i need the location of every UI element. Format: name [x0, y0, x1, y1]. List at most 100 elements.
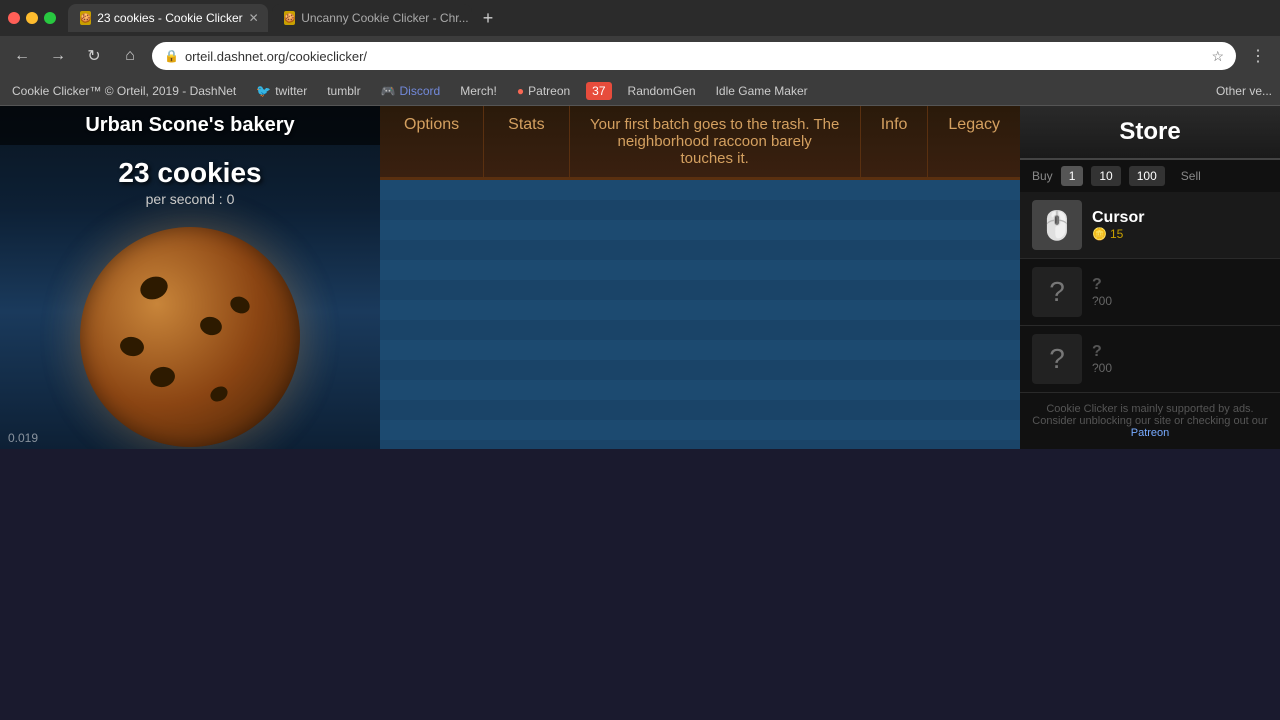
bookmarks-bar: Cookie Clicker™ © Orteil, 2019 - DashNet…	[0, 76, 1280, 106]
tab-favicon-1: 🍪	[80, 11, 91, 25]
url-text: orteil.dashnet.org/cookieclicker/	[185, 49, 367, 64]
store-item-locked-1[interactable]: ? ? ?00	[1020, 259, 1280, 326]
left-panel: Urban Scone's bakery 23 cookies per seco…	[0, 106, 380, 449]
tab-title-2: Uncanny Cookie Clicker - Chr...	[301, 11, 468, 25]
menu-button[interactable]: ⋮	[1244, 42, 1272, 70]
buy-label: Buy	[1032, 169, 1053, 183]
cursor-price-value: 15	[1110, 227, 1123, 241]
home-button[interactable]: ⌂	[116, 42, 144, 70]
cursor-item-name: Cursor	[1092, 209, 1268, 227]
new-tab-button[interactable]: +	[476, 6, 500, 30]
bookmark-label-4: Merch!	[460, 84, 497, 98]
bookmark-label-3: Discord	[400, 84, 441, 98]
chip-2	[198, 314, 224, 337]
window-minimize[interactable]	[26, 12, 38, 24]
bookmark-discord[interactable]: 🎮 Discord	[377, 82, 445, 100]
browser-chrome: 🍪 23 cookies - Cookie Clicker ✕ 🍪 Uncann…	[0, 0, 1280, 76]
locked-item-2-info: ? ?00	[1092, 343, 1268, 375]
window-maximize[interactable]	[44, 12, 56, 24]
coin-icon-cursor: 🪙	[1092, 227, 1107, 241]
bookmark-label-0: Cookie Clicker™ © Orteil, 2019 - DashNet	[12, 84, 236, 98]
locked-item-2-icon: ?	[1032, 334, 1082, 384]
center-main[interactable]: Back Forward Reload Save As... Print... …	[380, 180, 1020, 449]
cursor-item-icon: 🖱️	[1032, 200, 1082, 250]
bookmark-dashnet[interactable]: Cookie Clicker™ © Orteil, 2019 - DashNet	[8, 82, 240, 100]
qty-10-btn[interactable]: 10	[1091, 166, 1120, 186]
ad-text: Cookie Clicker is mainly supported by ad…	[1030, 403, 1270, 439]
bookmark-37[interactable]: 37	[586, 82, 611, 100]
info-nav[interactable]: Info	[860, 106, 928, 177]
tab-inactive[interactable]: 🍪 Uncanny Cookie Clicker - Chr... ✕	[272, 4, 472, 32]
bookmark-idlegamemaker[interactable]: Idle Game Maker	[712, 82, 812, 100]
locked-price-2: ?00	[1092, 361, 1112, 375]
legacy-nav[interactable]: Legacy	[927, 106, 1020, 177]
bookmark-label-6: 37	[592, 84, 605, 98]
cursor-item-info: Cursor 🪙 15	[1092, 209, 1268, 241]
question-icon-2: ?	[1049, 343, 1065, 375]
locked-item-1-name: ?	[1092, 276, 1268, 294]
hand-cursor-icon: 🖱️	[1040, 209, 1075, 242]
tab-active[interactable]: 🍪 23 cookies - Cookie Clicker ✕	[68, 4, 268, 32]
window-close[interactable]	[8, 12, 20, 24]
center-panel: Options Stats Your first batch goes to t…	[380, 106, 1020, 449]
bookmark-label-7: RandomGen	[628, 84, 696, 98]
cookie-count: 23 cookies	[118, 157, 261, 189]
bookmarks-overflow: Other ve...	[1216, 84, 1272, 98]
nav-bar: ← → ↻ ⌂ 🔒 orteil.dashnet.org/cookieclick…	[0, 36, 1280, 76]
chip-1	[137, 273, 171, 303]
bookmark-merch[interactable]: Merch!	[456, 82, 501, 100]
tab-close-1[interactable]: ✕	[249, 11, 259, 25]
locked-item-1-icon: ?	[1032, 267, 1082, 317]
patreon-icon: ●	[517, 84, 524, 98]
bakery-name: Urban Scone's bakery	[16, 114, 364, 137]
store-item-locked-2[interactable]: ? ? ?00	[1020, 326, 1280, 393]
back-button[interactable]: ←	[8, 42, 36, 70]
bookmark-label-5: Patreon	[528, 84, 570, 98]
game-layout: Urban Scone's bakery 23 cookies per seco…	[0, 106, 1280, 449]
store-header: Store	[1020, 106, 1280, 160]
bookmark-label-2: tumblr	[327, 84, 360, 98]
bookmark-label-8: Idle Game Maker	[716, 84, 808, 98]
bookmark-label-1: twitter	[275, 84, 307, 98]
chip-3	[148, 365, 176, 389]
locked-item-2-price: ?00	[1092, 361, 1268, 375]
chip-5	[208, 383, 231, 404]
lock-icon: 🔒	[164, 49, 179, 63]
big-cookie[interactable]	[80, 227, 300, 447]
reload-button[interactable]: ↻	[80, 42, 108, 70]
twitter-icon: 🐦	[256, 84, 271, 98]
tab-title-1: 23 cookies - Cookie Clicker	[97, 11, 242, 25]
bookmark-star-icon[interactable]: ☆	[1211, 48, 1224, 65]
locked-item-1-price: ?00	[1092, 294, 1268, 308]
tab-favicon-2: 🍪	[284, 11, 295, 25]
bookmark-randomgen[interactable]: RandomGen	[624, 82, 700, 100]
question-icon-1: ?	[1049, 276, 1065, 308]
cursor-item-price: 🪙 15	[1092, 227, 1268, 241]
address-bar[interactable]: 🔒 orteil.dashnet.org/cookieclicker/ ☆	[152, 42, 1236, 70]
ad-area: Cookie Clicker is mainly supported by ad…	[1020, 393, 1280, 449]
chip-4	[228, 294, 253, 317]
top-nav: Options Stats Your first batch goes to t…	[380, 106, 1020, 180]
fps-counter: 0.019	[8, 431, 38, 445]
qty-100-btn[interactable]: 100	[1129, 166, 1165, 186]
bookmark-twitter[interactable]: 🐦 twitter	[252, 82, 311, 100]
locked-item-2-name: ?	[1092, 343, 1268, 361]
locked-price-1: ?00	[1092, 294, 1112, 308]
bakery-name-bar: Urban Scone's bakery	[0, 106, 380, 145]
bookmark-tumblr[interactable]: tumblr	[323, 82, 364, 100]
buy-sell-bar: Buy 1 10 100 Sell	[1020, 160, 1280, 192]
forward-button[interactable]: →	[44, 42, 72, 70]
qty-1-btn[interactable]: 1	[1061, 166, 1084, 186]
sell-label: Sell	[1181, 169, 1201, 183]
tab-bar: 🍪 23 cookies - Cookie Clicker ✕ 🍪 Uncann…	[0, 0, 1280, 36]
right-panel: Store Buy 1 10 100 Sell 🖱️ Cursor 🪙 15	[1020, 106, 1280, 449]
discord-icon: 🎮	[381, 84, 396, 98]
stats-nav[interactable]: Stats	[484, 106, 569, 177]
locked-item-1-info: ? ?00	[1092, 276, 1268, 308]
chip-6	[119, 335, 146, 358]
options-nav[interactable]: Options	[380, 106, 484, 177]
message-display: Your first batch goes to the trash. The …	[570, 106, 860, 177]
store-item-cursor[interactable]: 🖱️ Cursor 🪙 15	[1020, 192, 1280, 259]
bookmark-patreon[interactable]: ● Patreon	[513, 82, 574, 100]
cookie-container	[80, 227, 300, 447]
